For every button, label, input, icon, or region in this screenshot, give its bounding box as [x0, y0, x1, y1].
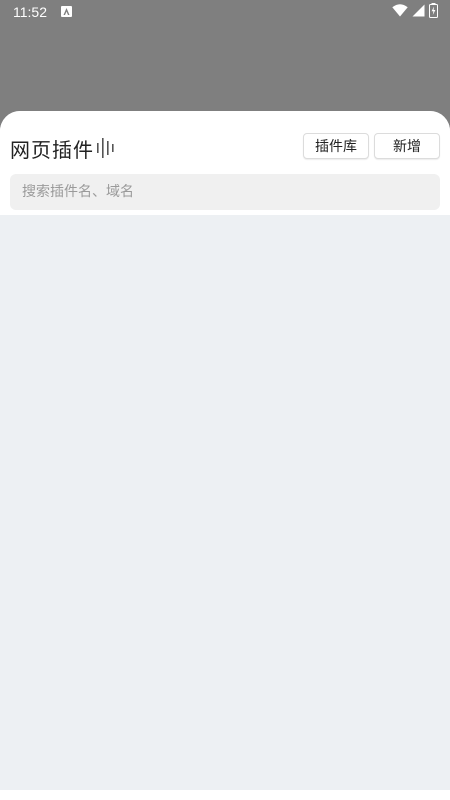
voice-wave-icon[interactable] [96, 138, 118, 158]
sheet-header: 网页插件 插件库 新增 [0, 111, 450, 215]
plugin-library-button[interactable]: 插件库 [303, 133, 369, 159]
status-time: 11:52 [13, 4, 47, 20]
plugin-bottom-sheet: 网页插件 插件库 新增 [0, 111, 450, 790]
status-icons [392, 2, 438, 22]
search-input[interactable] [22, 184, 422, 200]
add-plugin-button[interactable]: 新增 [374, 133, 440, 159]
android-app-icon [61, 6, 72, 17]
battery-icon [429, 2, 438, 22]
cell-signal-icon [412, 4, 425, 21]
page-title: 网页插件 [10, 138, 94, 162]
status-bar: 11:52 [0, 0, 450, 24]
wifi-icon [392, 3, 408, 21]
search-box[interactable] [10, 174, 440, 210]
navigation-bar-area [0, 790, 450, 800]
